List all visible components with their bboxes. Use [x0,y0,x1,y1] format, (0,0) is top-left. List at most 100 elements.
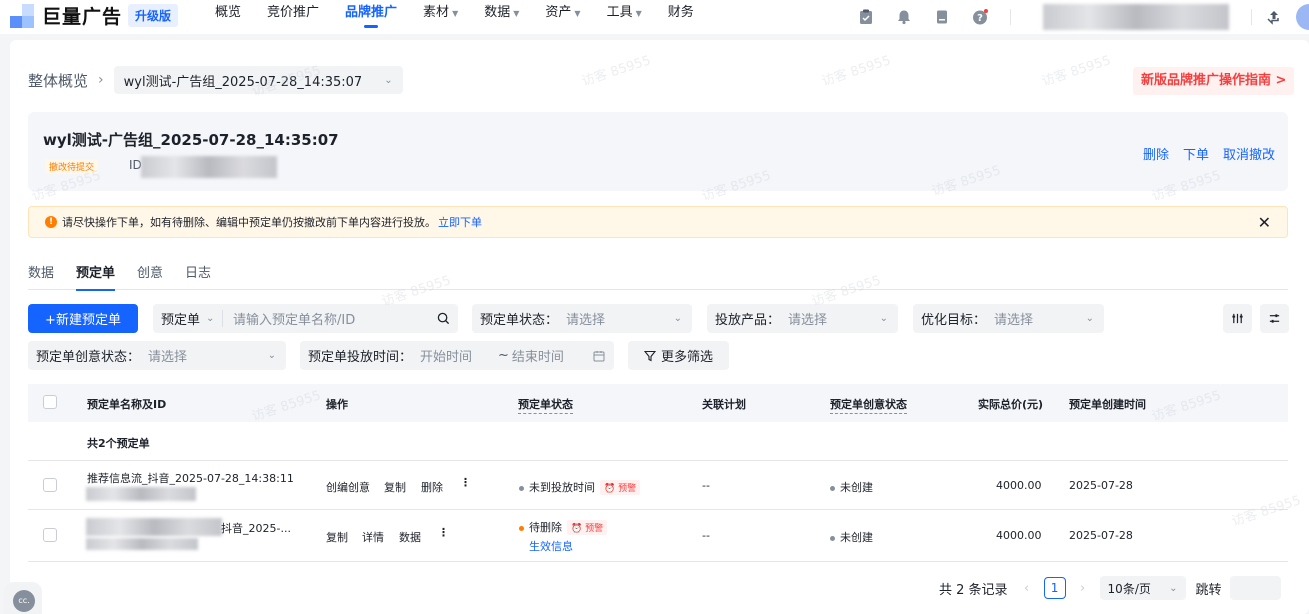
col-status[interactable]: 预定单状态 [518,396,573,414]
search-icon[interactable] [437,312,450,325]
floating-help-button[interactable]: cc. [4,582,42,614]
tab-orders[interactable]: 预定单 [76,262,116,291]
calendar-icon [593,350,605,361]
clipboard-check-icon[interactable] [858,9,874,25]
chevron-down-icon: ⌄ [879,313,888,324]
nav-finance[interactable]: 财务 [668,0,694,28]
tab-data[interactable]: 数据 [28,262,54,290]
order-count: 共2个预定单 [87,437,150,450]
delete-button[interactable]: 删除 [1143,144,1169,163]
order-status-filter[interactable]: 预定单状态： 请选择 ⌄ [472,304,692,333]
data-button[interactable]: 数据 [399,529,421,545]
creative-status-filter[interactable]: 预定单创意状态： 请选择 ⌄ [28,341,286,370]
chevron-down-icon: ⌄ [267,350,276,361]
details-button[interactable]: 详情 [362,529,384,545]
column-settings-icon [1232,313,1243,324]
copy-button[interactable]: 复制 [326,529,348,545]
cancel-revision-button[interactable]: 取消撤改 [1223,144,1275,163]
row-checkbox[interactable] [43,528,57,542]
search-type-select[interactable]: 预定单 ⌄ [153,310,223,328]
col-actions: 操作 [326,398,348,411]
breadcrumb: 整体概览 › wyl测试-广告组_2025-07-28_14:35:07 ⌄ [28,66,403,94]
search-input[interactable]: 请输入预定单名称/ID [233,309,437,328]
select-all-checkbox[interactable] [43,395,57,409]
bell-icon[interactable] [896,9,912,25]
start-time-input[interactable]: 开始时间 [420,346,498,365]
delivery-time-filter[interactable]: 预定单投放时间： 开始时间 ~ 结束时间 [300,341,614,370]
nav-brand[interactable]: 品牌推广 [345,0,397,28]
end-time-input[interactable]: 结束时间 [512,346,593,365]
upgrade-badge[interactable]: 升级版 [128,4,179,27]
nav-material[interactable]: 素材 ▼ [423,0,458,28]
new-order-button[interactable]: +新建预定单 [28,304,138,333]
recycle-icon[interactable] [1266,9,1282,25]
logo[interactable]: 巨量广告 升级版 [10,2,179,29]
column-settings-button[interactable] [1223,304,1252,333]
order-name-blurred [86,518,222,536]
status-dot [830,535,835,541]
ad-group-select[interactable]: wyl测试-广告组_2025-07-28_14:35:07 ⌄ [113,66,403,94]
caret-down-icon: ▼ [452,9,459,18]
order-now-link[interactable]: 立即下单 [438,214,482,230]
more-filter-button[interactable]: 更多筛选 [628,341,729,370]
order-name[interactable]: 抖音_2025-... [221,520,291,536]
page-size-select[interactable]: 10条/页 ⌄ [1099,576,1186,600]
nav-overview[interactable]: 概览 [215,0,241,28]
chevron-down-icon: ⌄ [673,313,682,324]
nav-assets[interactable]: 资产 ▼ [545,0,580,28]
table-summary-row: 共2个预定单 [28,422,1288,461]
delete-button[interactable]: 删除 [421,479,443,495]
top-navbar: 巨量广告 升级版 概览 竞价推广 品牌推广 素材 ▼ 数据 ▼ 资产 ▼ 工具 ▼ 财务… [0,0,1309,34]
chevron-down-icon: ⌄ [1169,582,1178,594]
tab-creative[interactable]: 创意 [137,262,163,290]
prev-page-icon[interactable]: ‹ [1016,577,1038,599]
close-icon[interactable]: ✕ [1258,213,1271,232]
order-button[interactable]: 下单 [1183,144,1209,163]
row-checkbox[interactable] [43,478,57,492]
ad-group-info-card: wyl测试-广告组_2025-07-28_14:35:07 撤改待提交 ID 删… [28,112,1288,191]
price: 4000.00 [996,529,1042,542]
search-box: 预定单 ⌄ 请输入预定单名称/ID [153,304,458,333]
logo-mark-icon [10,3,36,28]
price: 4000.00 [996,479,1042,492]
id-label: ID [129,158,142,172]
nav-tools[interactable]: 工具 ▼ [607,0,642,28]
linked-plan: -- [702,479,710,492]
tab-log[interactable]: 日志 [185,262,211,290]
optimization-goal-filter[interactable]: 优化目标： 请选择 ⌄ [913,304,1104,333]
alert-tag: ⏰ 预警 [567,520,608,535]
product-filter[interactable]: 投放产品： 请选择 ⌄ [707,304,898,333]
created-date: 2025-07-28 [1069,529,1133,542]
tabs: 数据 预定单 创意 日志 [28,262,1288,291]
chevron-down-icon: ⌄ [1085,313,1094,324]
ad-group-select-value: wyl测试-广告组_2025-07-28_14:35:07 [123,74,363,90]
alert-text: 请尽快操作下单，如有待删除、编辑中预定单仍按撤改前下单内容进行投放。 [62,216,436,229]
page-1[interactable]: 1 [1043,577,1066,599]
pagination: 共 2 条记录 ‹ 1 › 10条/页 ⌄ 跳转 [939,576,1281,600]
effective-info-link[interactable]: 生效信息 [529,538,573,554]
status-dot [519,485,524,491]
help-icon[interactable]: ? [972,9,988,25]
nav-bidding[interactable]: 竞价推广 [267,0,319,28]
jump-page-input[interactable] [1229,576,1281,600]
divider [1251,9,1252,25]
more-actions-icon[interactable]: ⋮ [438,526,449,539]
next-page-icon[interactable]: › [1072,577,1094,599]
warning-icon: ! [45,216,57,228]
order-status: 未到投放时间 ⏰ 预警 [519,479,641,495]
assistant-avatar[interactable] [1296,4,1309,30]
create-creative-button[interactable]: 创编创意 [326,479,370,495]
breadcrumb-home[interactable]: 整体概览 [28,70,88,91]
col-creative-status[interactable]: 预定单创意状态 [830,396,907,414]
total-records: 共 2 条记录 [939,582,1008,598]
card-actions: 删除 下单 取消撤改 [1129,144,1275,163]
copy-button[interactable]: 复制 [384,479,406,495]
user-account-blurred[interactable] [1043,4,1229,30]
order-name[interactable]: 推荐信息流_抖音_2025-07-28_14:38:11 [87,470,294,486]
filter-settings-button[interactable] [1260,304,1289,333]
nav-data[interactable]: 数据 ▼ [484,0,519,28]
alert-tag: ⏰ 预警 [600,480,641,495]
document-icon[interactable] [934,9,950,25]
guide-button[interactable]: 新版品牌推广操作指南 > [1133,67,1295,95]
more-actions-icon[interactable]: ⋮ [460,476,471,489]
